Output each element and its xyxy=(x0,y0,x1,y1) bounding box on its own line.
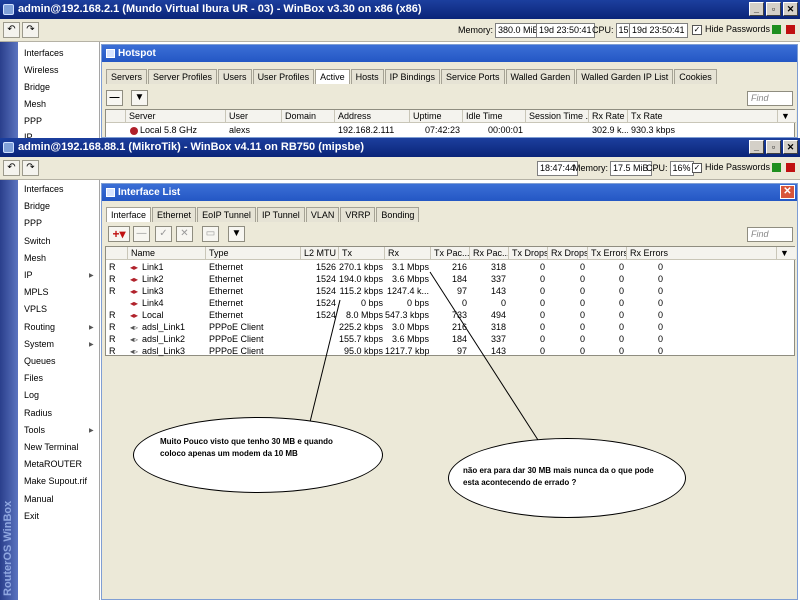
annotation-bubble-2: não era para dar 30 MB mais nunca da o q… xyxy=(448,438,686,518)
annotation-arrows xyxy=(309,271,539,441)
annotation-text-2: não era para dar 30 MB mais nunca da o q… xyxy=(463,466,654,487)
annotation-bubble-1: Muito Pouco visto que tenho 30 MB e quan… xyxy=(133,417,383,493)
annotation-arrow-1 xyxy=(309,299,341,423)
annotation-text-1: Muito Pouco visto que tenho 30 MB e quan… xyxy=(160,437,333,458)
annotation-arrow-2 xyxy=(429,271,539,441)
